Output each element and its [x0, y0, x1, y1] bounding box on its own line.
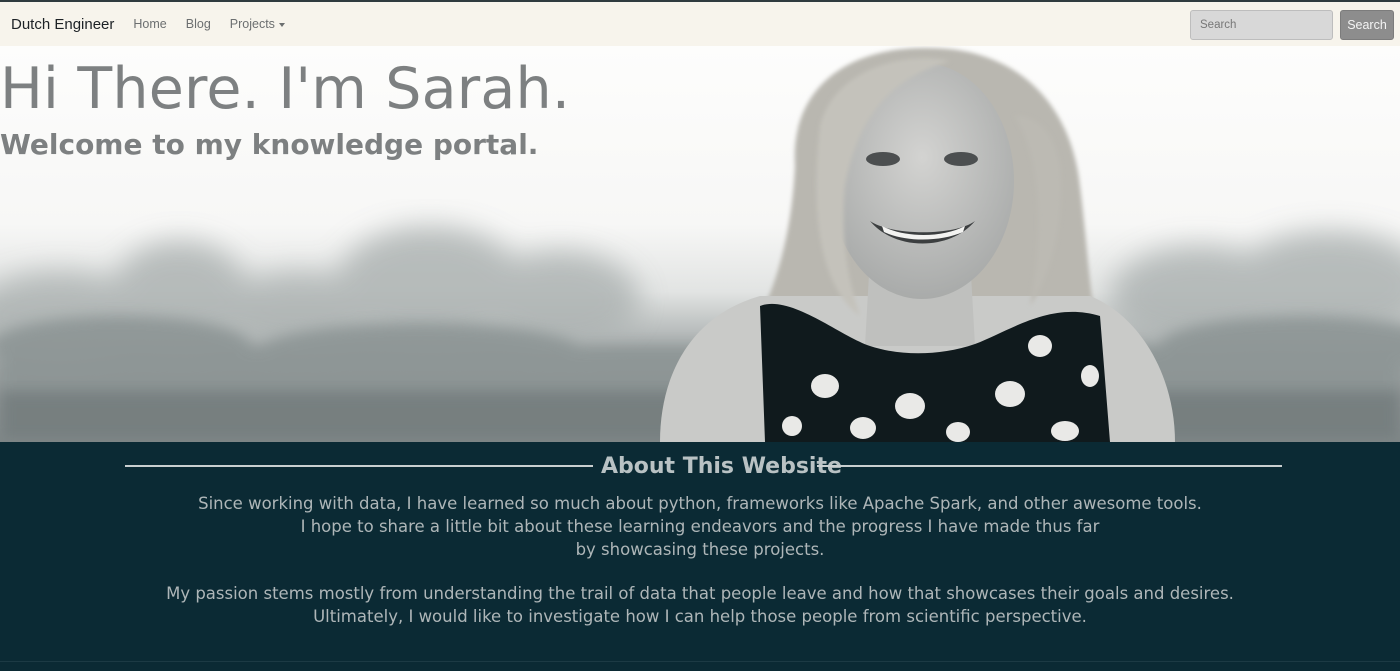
portrait-photo — [660, 47, 1175, 442]
section-bottom-divider — [0, 661, 1400, 662]
about-heading: About This Website — [601, 454, 842, 479]
caret-down-icon — [278, 22, 285, 27]
heading-divider-right — [817, 465, 1282, 467]
hero-subtitle: Welcome to my knowledge portal. — [0, 128, 539, 161]
hero-title: Hi There. I'm Sarah. — [0, 56, 571, 122]
search-button[interactable]: Search — [1340, 10, 1394, 40]
nav-link-home[interactable]: Home — [133, 17, 166, 31]
search-input[interactable] — [1190, 10, 1333, 40]
about-paragraph1-line1: Since working with data, I have learned … — [198, 494, 1202, 513]
nav-link-blog[interactable]: Blog — [186, 17, 211, 31]
brand-link[interactable]: Dutch Engineer — [11, 16, 114, 33]
about-paragraph2-line1: My passion stems mostly from understandi… — [166, 584, 1234, 603]
hero-banner: Hi There. I'm Sarah. Welcome to my knowl… — [0, 46, 1400, 442]
about-heading-row: About This Website — [125, 454, 1282, 487]
top-navbar: Dutch Engineer Home Blog Projects Search — [0, 0, 1400, 46]
nav-dropdown-projects-label: Projects — [229, 17, 275, 31]
about-paragraph2-line2: Ultimately, I would like to investigate … — [313, 607, 1087, 626]
about-paragraph1-line3: by showcasing these projects. — [575, 540, 825, 559]
heading-divider-left — [125, 465, 593, 467]
about-paragraph1-line2: I hope to share a little bit about these… — [300, 517, 1100, 536]
nav-dropdown-projects[interactable]: Projects — [230, 17, 285, 31]
about-section: About This Website Since working with da… — [0, 442, 1400, 671]
